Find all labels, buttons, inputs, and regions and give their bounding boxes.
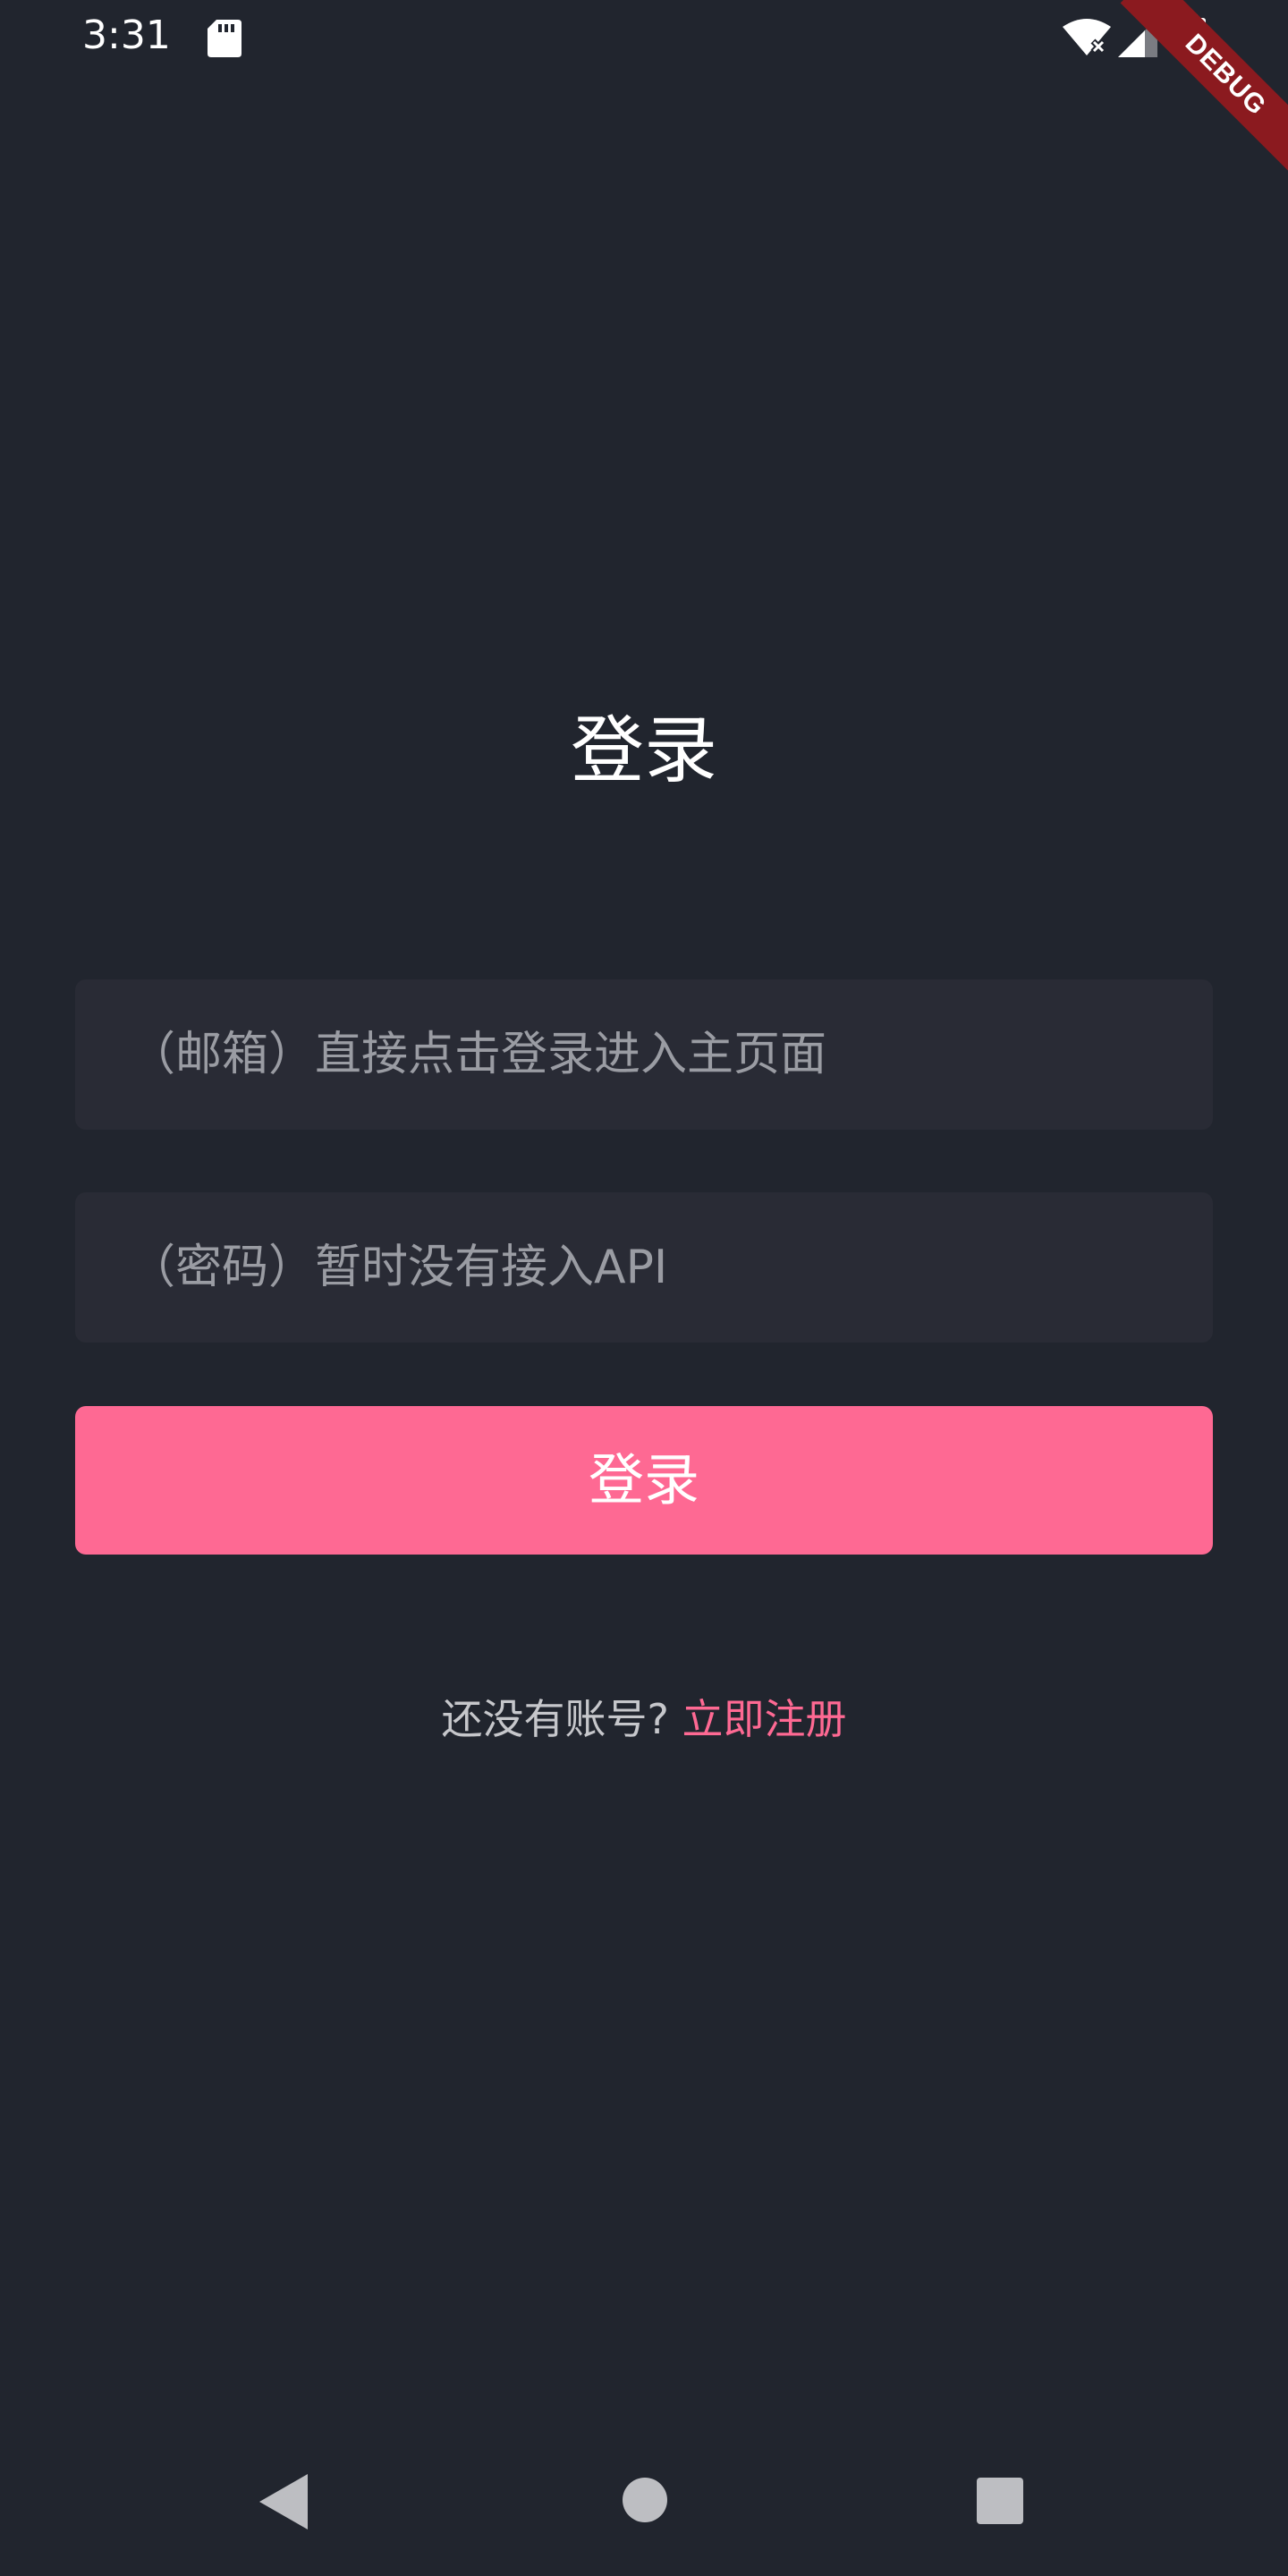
page-title: 登录 — [570, 708, 717, 793]
back-icon[interactable] — [259, 2474, 308, 2529]
wifi-icon — [1063, 19, 1111, 55]
status-time: 3:31 — [82, 13, 171, 58]
sd-card-icon — [208, 20, 242, 57]
status-bar: 3:31 — [0, 0, 1288, 75]
email-field[interactable] — [75, 979, 1213, 1130]
register-row: 还没有账号? 立即注册 — [0, 1687, 1288, 1746]
register-link[interactable]: 立即注册 — [682, 1695, 847, 1743]
login-button[interactable]: 登录 — [75, 1406, 1213, 1555]
recents-icon[interactable] — [977, 2478, 1023, 2524]
navigation-bar — [0, 2451, 1288, 2576]
password-field[interactable] — [75, 1192, 1213, 1343]
login-screen: 3:31 DEBUG 登录 登录 还没有账号? 立即注册 — [0, 0, 1288, 2576]
home-icon[interactable] — [623, 2478, 667, 2522]
register-prompt: 还没有账号? — [441, 1695, 682, 1743]
